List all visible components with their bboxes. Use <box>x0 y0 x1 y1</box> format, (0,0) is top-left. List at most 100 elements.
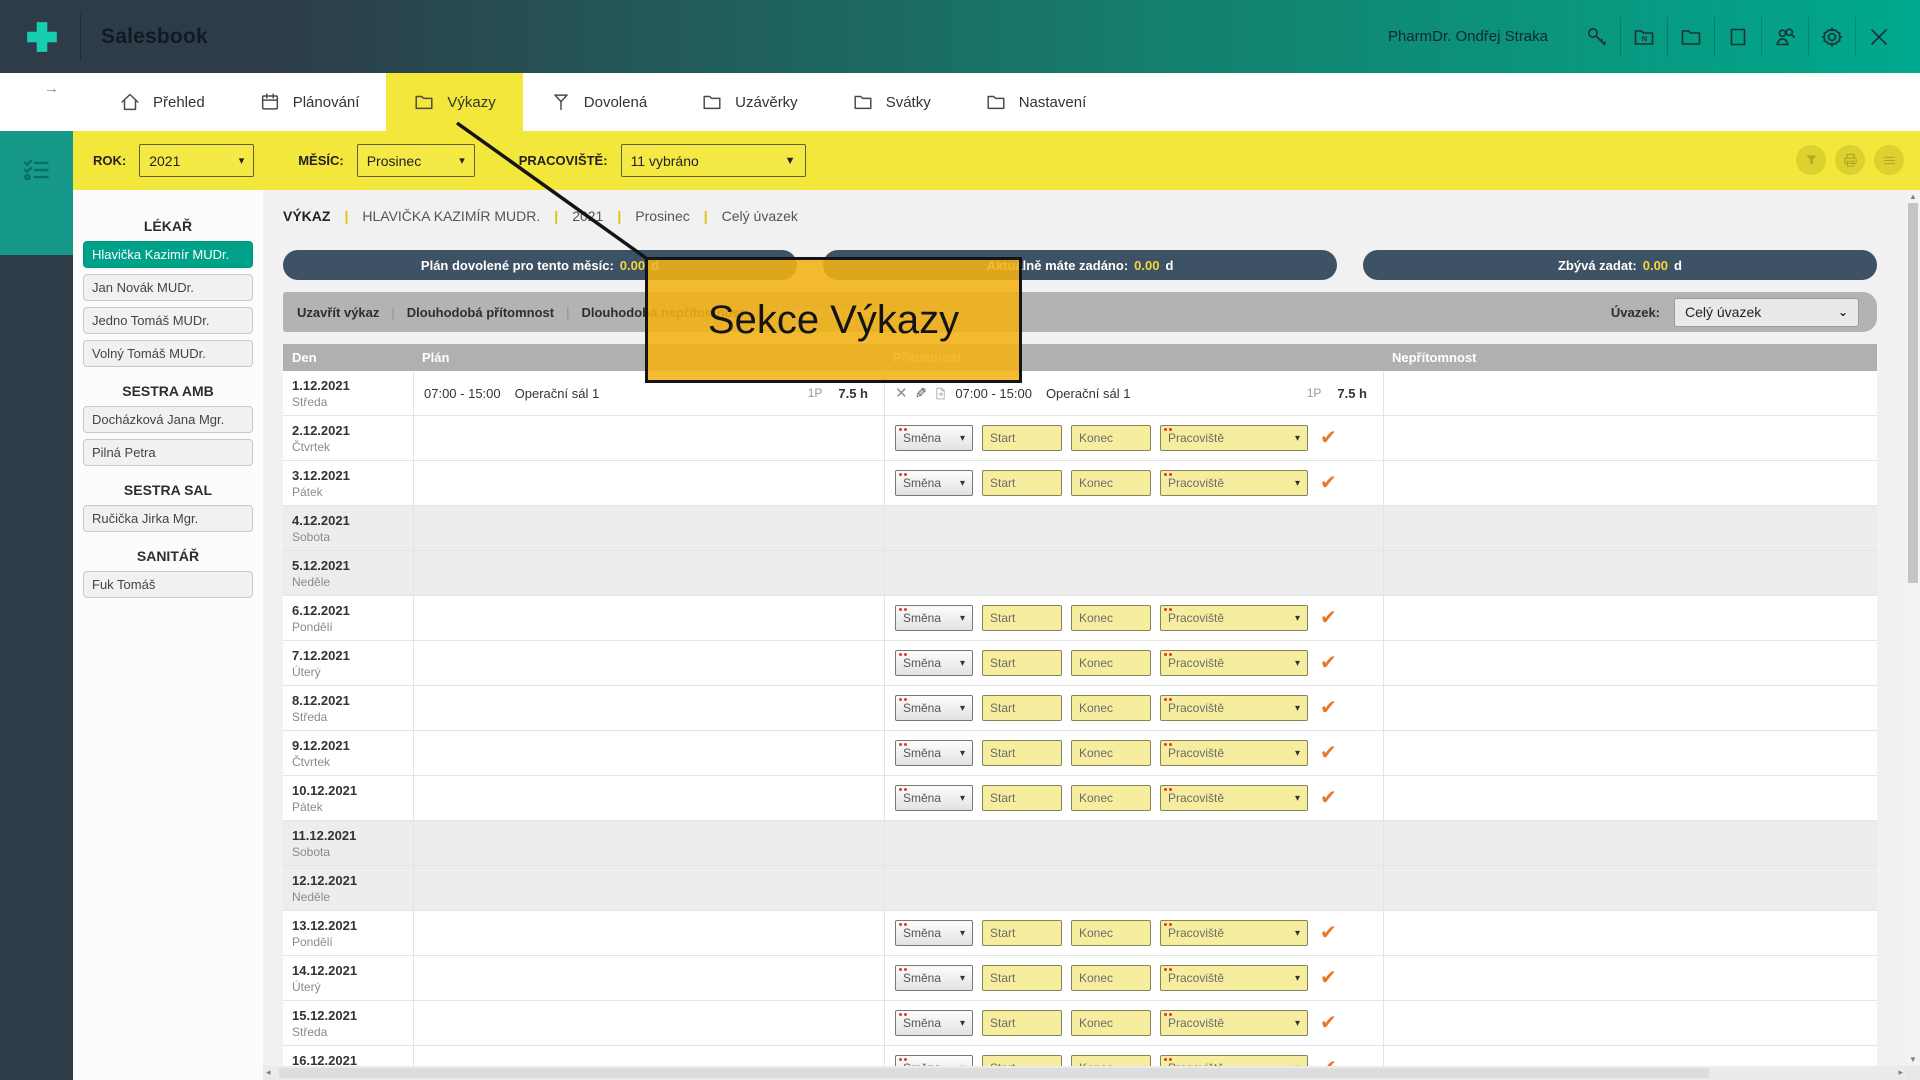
workplace-select[interactable]: Pracoviště▾ <box>1160 605 1308 631</box>
workplace-select[interactable]: Pracoviště▾ <box>1160 920 1308 946</box>
confirm-entry-button[interactable]: ✔ <box>1320 968 1337 988</box>
staff-item-dochazkova-jana-mgr[interactable]: Docházková Jana Mgr. <box>83 406 253 433</box>
shift-select[interactable]: Směna▾ <box>895 425 973 451</box>
horizontal-scroll-thumb[interactable] <box>279 1068 1709 1078</box>
start-time-input[interactable] <box>982 425 1062 451</box>
staff-item-rucicka-jirka-mgr[interactable]: Ručička Jirka Mgr. <box>83 505 253 532</box>
print-button[interactable] <box>1835 145 1865 175</box>
copy-entry-button[interactable] <box>933 386 948 401</box>
mesic-select[interactable]: Prosinec▾ <box>357 144 475 177</box>
workplace-select[interactable]: Pracoviště▾ <box>1160 785 1308 811</box>
start-time-input[interactable] <box>982 1055 1062 1066</box>
start-time-input[interactable] <box>982 695 1062 721</box>
end-time-input[interactable] <box>1071 425 1151 451</box>
scroll-left-icon[interactable]: ◂ <box>266 1067 271 1078</box>
start-time-input[interactable] <box>982 650 1062 676</box>
end-time-input[interactable] <box>1071 740 1151 766</box>
confirm-entry-button[interactable]: ✔ <box>1320 473 1337 493</box>
workplace-select[interactable]: Pracoviště▾ <box>1160 1010 1308 1036</box>
stop-square-icon[interactable] <box>1715 14 1761 60</box>
confirm-entry-button[interactable]: ✔ <box>1320 608 1337 628</box>
end-time-input[interactable] <box>1071 785 1151 811</box>
horizontal-scrollbar[interactable]: ◂ ▸ <box>263 1066 1906 1080</box>
shift-select[interactable]: Směna▾ <box>895 965 973 991</box>
vertical-scroll-thumb[interactable] <box>1908 203 1918 583</box>
user-search-icon[interactable] <box>1762 14 1808 60</box>
scroll-down-icon[interactable]: ▼ <box>1906 1055 1920 1064</box>
tab-uzaverky[interactable]: Uzávěrky <box>674 73 825 131</box>
confirm-entry-button[interactable]: ✔ <box>1320 1058 1337 1066</box>
close-icon[interactable] <box>1856 14 1902 60</box>
vertical-scrollbar[interactable]: ▲ ▼ <box>1906 190 1920 1066</box>
confirm-entry-button[interactable]: ✔ <box>1320 698 1337 718</box>
rok-select[interactable]: 2021▾ <box>139 144 254 177</box>
end-time-input[interactable] <box>1071 695 1151 721</box>
sidebar-collapse-panel[interactable] <box>0 131 73 255</box>
edit-entry-button[interactable]: ✎ <box>915 385 927 402</box>
workplace-select[interactable]: Pracoviště▾ <box>1160 965 1308 991</box>
end-time-input[interactable] <box>1071 605 1151 631</box>
confirm-entry-button[interactable]: ✔ <box>1320 428 1337 448</box>
start-time-input[interactable] <box>982 1010 1062 1036</box>
start-time-input[interactable] <box>982 965 1062 991</box>
tab-svatky[interactable]: Svátky <box>825 73 958 131</box>
end-time-input[interactable] <box>1071 1010 1151 1036</box>
workplace-select[interactable]: Pracoviště▾ <box>1160 740 1308 766</box>
tab-nastaveni[interactable]: Nastavení <box>958 73 1114 131</box>
staff-item-hlavicka-kazimir-mudr[interactable]: Hlavička Kazimír MUDr. <box>83 241 253 268</box>
staff-item-jedno-tomas-mudr[interactable]: Jedno Tomáš MUDr. <box>83 307 253 334</box>
delete-entry-button[interactable]: ✕ <box>895 384 908 402</box>
shift-select[interactable]: Směna▾ <box>895 650 973 676</box>
main-content: VÝKAZ|HLAVIČKA KAZIMÍR MUDR.|2021|Prosin… <box>263 190 1920 1066</box>
tab-dovolena[interactable]: Dovolená <box>523 73 674 131</box>
key-icon[interactable] <box>1574 14 1620 60</box>
folder-new-icon[interactable]: N <box>1621 14 1667 60</box>
end-time-input[interactable] <box>1071 470 1151 496</box>
confirm-entry-button[interactable]: ✔ <box>1320 788 1337 808</box>
toolbar-action-uzavrit-vykaz[interactable]: Uzavřít výkaz <box>297 305 379 320</box>
tab-planovani[interactable]: Plánování <box>232 73 387 131</box>
confirm-entry-button[interactable]: ✔ <box>1320 653 1337 673</box>
shift-select[interactable]: Směna▾ <box>895 1055 973 1066</box>
toolbar-action-dlouhodoba-pritomnost[interactable]: Dlouhodobá přítomnost <box>407 305 554 320</box>
uvazek-select[interactable]: Celý úvazek⌄ <box>1674 298 1859 327</box>
shift-select[interactable]: Směna▾ <box>895 605 973 631</box>
confirm-entry-button[interactable]: ✔ <box>1320 923 1337 943</box>
shift-select[interactable]: Směna▾ <box>895 785 973 811</box>
workplace-select[interactable]: Pracoviště▾ <box>1160 695 1308 721</box>
shift-select[interactable]: Směna▾ <box>895 470 973 496</box>
staff-item-fuk-tomas[interactable]: Fuk Tomáš <box>83 571 253 598</box>
staff-item-volny-tomas-mudr[interactable]: Volný Tomáš MUDr. <box>83 340 253 367</box>
scroll-up-icon[interactable]: ▲ <box>1906 192 1920 201</box>
end-time-input[interactable] <box>1071 965 1151 991</box>
end-time-input[interactable] <box>1071 1055 1151 1066</box>
start-time-input[interactable] <box>982 920 1062 946</box>
folder-icon[interactable] <box>1668 14 1714 60</box>
shift-select[interactable]: Směna▾ <box>895 1010 973 1036</box>
workplace-select[interactable]: Pracoviště▾ <box>1160 425 1308 451</box>
filter-button[interactable] <box>1796 145 1826 175</box>
end-time-input[interactable] <box>1071 650 1151 676</box>
shift-select[interactable]: Směna▾ <box>895 740 973 766</box>
start-time-input[interactable] <box>982 605 1062 631</box>
pracoviste-select[interactable]: 11 vybráno▼ <box>621 144 806 177</box>
tab-vykazy[interactable]: Výkazy <box>386 73 522 131</box>
end-time-input[interactable] <box>1071 920 1151 946</box>
workplace-select[interactable]: Pracoviště▾ <box>1160 1055 1308 1066</box>
settings-gear-icon[interactable] <box>1809 14 1855 60</box>
tab-prehled[interactable]: Přehled <box>92 73 232 131</box>
start-time-input[interactable] <box>982 470 1062 496</box>
confirm-entry-button[interactable]: ✔ <box>1320 1013 1337 1033</box>
workplace-select[interactable]: Pracoviště▾ <box>1160 470 1308 496</box>
workplace-select[interactable]: Pracoviště▾ <box>1160 650 1308 676</box>
start-time-input[interactable] <box>982 785 1062 811</box>
shift-select[interactable]: Směna▾ <box>895 920 973 946</box>
start-time-input[interactable] <box>982 740 1062 766</box>
scroll-right-icon[interactable]: ▸ <box>1898 1067 1903 1078</box>
staff-item-pilna-petra[interactable]: Pilná Petra <box>83 439 253 466</box>
nav-back-arrow-icon[interactable]: → <box>44 80 59 97</box>
staff-item-jan-novak-mudr[interactable]: Jan Novák MUDr. <box>83 274 253 301</box>
shift-select[interactable]: Směna▾ <box>895 695 973 721</box>
confirm-entry-button[interactable]: ✔ <box>1320 743 1337 763</box>
menu-button[interactable] <box>1874 145 1904 175</box>
